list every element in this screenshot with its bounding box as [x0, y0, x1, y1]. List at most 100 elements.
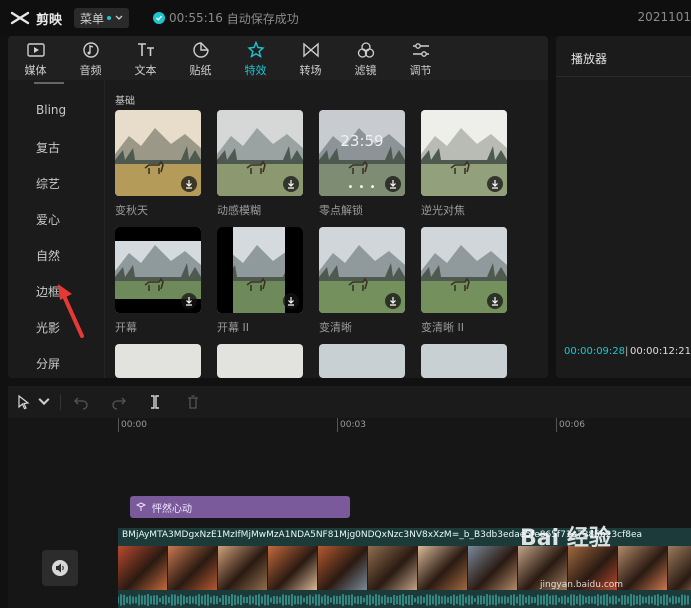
- player-title: 播放器: [571, 52, 608, 66]
- download-icon: [288, 180, 294, 189]
- undo-button[interactable]: [73, 386, 89, 418]
- effect-thumbnail[interactable]: [115, 110, 201, 196]
- category-item-love[interactable]: 爱心: [36, 211, 60, 228]
- category-item-variety[interactable]: 综艺: [36, 175, 60, 192]
- timeline-ruler[interactable]: 00:00 00:03 00:06: [118, 418, 691, 436]
- effect-label: 变清晰 II: [421, 321, 464, 334]
- audio-clip[interactable]: 怦然心动: [130, 496, 350, 518]
- video-frame: [118, 546, 168, 590]
- download-button[interactable]: [283, 293, 299, 309]
- download-button[interactable]: [283, 176, 299, 192]
- trash-icon: [188, 395, 198, 409]
- video-frame: [418, 546, 468, 590]
- select-tool-button[interactable]: [16, 386, 32, 418]
- effect-label: 逆光对焦: [421, 204, 465, 217]
- material-toolbar: 媒体 音频 文本 贴纸 特效 转场 滤镜 调节: [8, 36, 548, 80]
- effect-card-curtain-open[interactable]: 开幕: [115, 227, 201, 335]
- logo-icon: [10, 11, 30, 25]
- video-frame: [618, 546, 668, 590]
- effect-thumbnail-partial[interactable]: [421, 344, 507, 378]
- effect-thumbnail[interactable]: [319, 227, 405, 313]
- effect-thumbnail-partial[interactable]: [217, 344, 303, 378]
- total-time: 00:00:12:21: [630, 346, 691, 357]
- effect-label: 开幕: [115, 321, 137, 334]
- download-icon: [390, 180, 396, 189]
- ruler-label: 00:06: [559, 420, 585, 430]
- download-button[interactable]: [487, 176, 503, 192]
- effect-card-curtain-open-2[interactable]: 开幕 II: [217, 227, 303, 335]
- effect-thumbnail[interactable]: [421, 110, 507, 196]
- select-tool-dropdown[interactable]: [36, 386, 52, 418]
- download-icon: [492, 297, 498, 306]
- clock-overlay: 23:59: [340, 132, 384, 150]
- effect-card-clear[interactable]: 变清晰: [319, 227, 405, 335]
- tab-transition[interactable]: 转场: [283, 36, 338, 80]
- video-frame: [468, 546, 518, 590]
- category-item-retro[interactable]: 复古: [36, 139, 60, 156]
- download-button[interactable]: [181, 176, 197, 192]
- category-item-partial[interactable]: [34, 80, 64, 84]
- audio-icon: [82, 42, 99, 58]
- tab-sticker[interactable]: 贴纸: [173, 36, 228, 80]
- effect-card-motion-blur[interactable]: 动感模糊: [217, 110, 303, 218]
- download-button[interactable]: [385, 176, 401, 192]
- delete-button[interactable]: [185, 386, 201, 418]
- text-icon: [137, 43, 154, 56]
- watermark-logo: Bai 经验: [520, 526, 611, 551]
- sticker-icon: [192, 42, 209, 58]
- tab-effects[interactable]: 特效: [228, 36, 283, 80]
- effect-label: 变秋天: [115, 204, 148, 217]
- waveform-path: [118, 594, 689, 606]
- effect-card-backlight-focus[interactable]: 逆光对焦: [421, 110, 507, 218]
- tab-adjust[interactable]: 调节: [393, 36, 448, 80]
- project-date: 2021101: [637, 10, 691, 24]
- download-icon: [492, 180, 498, 189]
- effect-thumbnail-partial[interactable]: [115, 344, 201, 378]
- category-item-nature[interactable]: 自然: [36, 247, 60, 264]
- player-panel: 播放器 00:00:09:28 | 00:00:12:21: [556, 36, 691, 378]
- tab-audio[interactable]: 音频: [63, 36, 118, 80]
- tab-filter[interactable]: 滤镜: [338, 36, 393, 80]
- audio-waveform: [118, 594, 689, 606]
- ruler-tick: [118, 418, 119, 432]
- menu-button[interactable]: 菜单: [74, 8, 130, 28]
- tab-media[interactable]: 媒体: [8, 36, 63, 80]
- effect-thumbnail-partial[interactable]: [319, 344, 405, 378]
- media-icon: [26, 43, 45, 57]
- effects-grid: 基础 变秋天 动感模糊 23:59 • • • 零点解锁 逆光对焦 开幕 开幕 II 变清晰 变清…: [105, 80, 548, 378]
- effect-thumbnail[interactable]: 23:59 • • •: [319, 110, 405, 196]
- video-frame: [368, 546, 418, 590]
- effect-card-midnight-unlock[interactable]: 23:59 • • • 零点解锁: [319, 110, 405, 218]
- effect-label: 零点解锁: [319, 204, 363, 217]
- split-button[interactable]: [147, 386, 163, 418]
- download-button[interactable]: [487, 293, 503, 309]
- time-separator: |: [625, 346, 629, 357]
- video-frame: [668, 546, 691, 590]
- download-button[interactable]: [385, 293, 401, 309]
- adjust-icon: [412, 43, 429, 57]
- category-item-bling[interactable]: Bling: [36, 103, 66, 117]
- tab-text[interactable]: 文本: [118, 36, 173, 80]
- effect-thumbnail[interactable]: [115, 227, 201, 313]
- video-frame: [168, 546, 218, 590]
- effect-label: 开幕 II: [217, 321, 249, 334]
- effect-card-autumn[interactable]: 变秋天: [115, 110, 201, 218]
- effect-label: 变清晰: [319, 321, 352, 334]
- effect-thumbnail[interactable]: [421, 227, 507, 313]
- effect-label: 动感模糊: [217, 204, 261, 217]
- save-time: 00:55:16: [169, 11, 223, 25]
- menu-label: 菜单: [80, 11, 105, 26]
- redo-button[interactable]: [111, 386, 127, 418]
- category-item-split[interactable]: 分屏: [36, 355, 60, 372]
- mute-track-button[interactable]: [42, 550, 78, 586]
- ruler-label: 00:00: [121, 420, 147, 430]
- top-bar: 剪映 菜单 00:55:16 自动保存成功 2021101: [0, 0, 691, 36]
- menu-notification-dot: [107, 16, 112, 20]
- effect-thumbnail[interactable]: [217, 227, 303, 313]
- app-logo: 剪映: [10, 9, 62, 28]
- effect-thumbnail[interactable]: [217, 110, 303, 196]
- check-icon: [153, 12, 166, 24]
- effect-card-clear-2[interactable]: 变清晰 II: [421, 227, 507, 335]
- effects-icon: [246, 41, 265, 58]
- download-button[interactable]: [181, 293, 197, 309]
